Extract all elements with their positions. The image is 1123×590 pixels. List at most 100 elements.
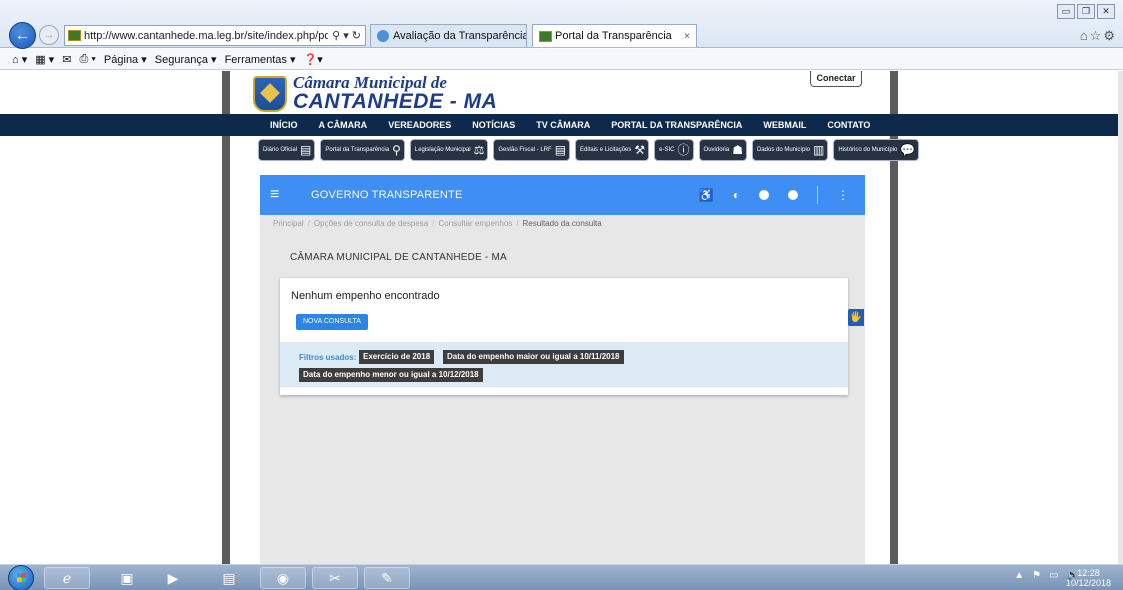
taskbar-media-player[interactable]: ▶ — [150, 567, 196, 589]
governo-transparente-bar: ≡ GOVERNO TRANSPARENTE ♿ ◐ ⋮ — [260, 175, 865, 215]
taskbar-paint[interactable]: ✂ — [312, 567, 358, 589]
clock-time: 12:28 — [1077, 568, 1100, 578]
breadcrumb-separator: / — [307, 219, 310, 228]
quick-link-editais-licitacoes[interactable]: Editais e Licitações ⚒ — [575, 139, 650, 161]
breadcrumb-current: Resultado da consulta — [522, 219, 602, 228]
divider — [817, 186, 818, 204]
quick-link-diario-oficial[interactable]: Diário Oficial ▤ — [258, 139, 316, 161]
action-center-flag-icon[interactable]: ⚑ — [1032, 570, 1041, 581]
page-title: CÂMARA MUNICIPAL DE CANTANHEDE - MA — [290, 252, 507, 263]
quick-link-ouvidoria[interactable]: Ouvidoria ☗ — [698, 139, 747, 161]
no-result-message: Nenhum empenho encontrado — [291, 290, 440, 302]
quick-link-gestao-fiscal[interactable]: Gestão Fiscal - LRF ▤ — [493, 139, 571, 161]
chrome-icon: ◉ — [276, 569, 290, 586]
nav-a-camara[interactable]: A CÂMARA — [319, 120, 368, 130]
play-icon: ▶ — [167, 569, 179, 586]
print-menu[interactable]: ⎙ ▾ — [79, 53, 95, 66]
nav-contato[interactable]: CONTATO — [827, 120, 870, 130]
logo-title-line2: CANTANHEDE - MA — [293, 90, 498, 113]
nav-tv-camara[interactable]: TV CÂMARA — [536, 120, 590, 130]
ie-icon: ℯ — [62, 569, 72, 586]
page-menu[interactable]: Página ▾ — [104, 53, 147, 66]
taskbar: ℯ ▣ ▶ ▤ ◉ ✂ ✎ ▲ ⚑ ▭ 🔊 12:28 10/12/2018 — [0, 564, 1123, 590]
minimize-button[interactable]: ▭ — [1057, 4, 1075, 19]
quick-link-e-sic[interactable]: e-SIC ⓘ — [654, 139, 694, 161]
taskbar-chrome[interactable]: ◉ — [260, 567, 306, 589]
nav-portal-transparencia[interactable]: PORTAL DA TRANSPARÊNCIA — [611, 120, 742, 130]
network-icon[interactable]: ▭ — [1049, 570, 1058, 581]
folder-icon: ▣ — [120, 569, 134, 586]
vlibras-hand-icon[interactable]: 🖐 — [848, 309, 864, 326]
close-window-button[interactable]: ✕ — [1097, 4, 1115, 19]
web-page: Câmara Municipal de CANTANHEDE - MA Cone… — [0, 71, 1118, 564]
font-decrease-icon[interactable] — [788, 190, 798, 200]
site-favicon-icon — [539, 30, 552, 42]
gov-bar-title: GOVERNO TRANSPARENTE — [311, 189, 463, 201]
chat-bubble-icon: 💬 — [900, 143, 916, 157]
quick-links: Diário Oficial ▤ Portal da Transparência… — [258, 139, 920, 161]
font-increase-icon[interactable] — [759, 190, 769, 200]
home-menu[interactable]: ⌂ ▾ — [12, 53, 27, 66]
help-menu[interactable]: ❓▾ — [304, 53, 323, 66]
back-button[interactable]: ← — [9, 22, 36, 49]
person-icon: ☗ — [732, 143, 743, 157]
ie-icon — [377, 30, 389, 42]
breadcrumb-principal[interactable]: Principal — [273, 219, 304, 228]
security-menu[interactable]: Segurança ▾ — [155, 53, 217, 66]
taskbar-explorer[interactable]: ▣ — [104, 567, 150, 589]
page-border-left — [222, 71, 230, 564]
accessibility-icon[interactable]: ♿ — [699, 189, 714, 201]
connect-button[interactable]: Conectar — [810, 71, 862, 87]
address-url[interactable]: http://www.cantanhede.ma.leg.br/site/ind… — [84, 30, 328, 42]
taskbar-project[interactable]: ✎ — [364, 567, 410, 589]
taskbar-ie[interactable]: ℯ — [44, 567, 90, 589]
contrast-icon[interactable]: ◐ — [733, 189, 740, 201]
info-icon: ⓘ — [677, 143, 690, 157]
site-logo[interactable]: Câmara Municipal de CANTANHEDE - MA — [253, 74, 497, 113]
clock-date: 10/12/2018 — [1065, 578, 1111, 588]
mail-icon[interactable]: ✉ — [62, 53, 71, 66]
show-hidden-icons-icon[interactable]: ▲ — [1014, 570, 1024, 581]
quick-link-legislacao[interactable]: Legislação Municipal ⚖ — [409, 139, 489, 161]
taskbar-document[interactable]: ▤ — [206, 567, 252, 589]
result-card: Nenhum empenho encontrado NOVA CONSULTA … — [280, 278, 848, 395]
hamburger-menu-icon[interactable]: ≡ — [270, 186, 286, 204]
bar-chart-icon: ▥ — [813, 143, 825, 157]
nav-vereadores[interactable]: VEREADORES — [388, 120, 451, 130]
nav-noticias[interactable]: NOTÍCIAS — [472, 120, 515, 130]
quick-link-portal-transparencia[interactable]: Portal da Transparência ⚲ — [320, 139, 405, 161]
filter-chip: Data do empenho menor ou igual a 10/12/2… — [299, 368, 483, 382]
clock[interactable]: 12:28 10/12/2018 — [1066, 568, 1111, 588]
report-icon: ▤ — [554, 143, 567, 157]
paint-icon: ✂ — [329, 569, 341, 586]
filters-panel: Filtros usados: Exercício de 2018 Data d… — [280, 342, 848, 387]
maximize-button[interactable]: ❐ — [1077, 4, 1095, 19]
nav-webmail[interactable]: WEBMAIL — [763, 120, 806, 130]
book-icon: ▤ — [300, 143, 312, 157]
nav-inicio[interactable]: INÍCIO — [270, 120, 298, 130]
page-scrollbar[interactable] — [1118, 71, 1123, 564]
tab-close-icon[interactable]: × — [678, 31, 690, 42]
breadcrumb-consultar-empenhos[interactable]: Consultar empenhos — [438, 219, 512, 228]
quick-link-historico[interactable]: Histórico do Município 💬 — [833, 139, 920, 161]
breadcrumb-opcoes-despesa[interactable]: Opções de consulta de despesa — [314, 219, 428, 228]
logo-title-line1: Câmara Municipal de — [293, 73, 447, 92]
tab-label: Portal da Transparência — [555, 30, 672, 42]
browser-chrome: ← → http://www.cantanhede.ma.leg.br/site… — [0, 0, 1123, 49]
more-options-icon[interactable]: ⋮ — [837, 189, 849, 201]
project-icon: ✎ — [381, 569, 393, 586]
site-favicon-icon — [68, 30, 81, 41]
address-tools[interactable]: ⚲ ▾ ↻ — [328, 29, 365, 42]
quick-link-dados-municipio[interactable]: Dados do Município ▥ — [751, 139, 829, 161]
start-button[interactable] — [8, 565, 34, 590]
scales-icon: ⚖ — [473, 143, 485, 157]
tab-avaliacao[interactable]: Avaliação da Transparência do... — [370, 24, 527, 47]
feeds-menu[interactable]: ▦ ▾ — [35, 53, 54, 66]
home-favorites-settings-icons[interactable]: ⌂☆⚙ — [1080, 28, 1117, 44]
window-buttons: ▭ ❐ ✕ — [1057, 4, 1115, 19]
tools-menu[interactable]: Ferramentas ▾ — [225, 53, 296, 66]
tab-portal-transparencia[interactable]: Portal da Transparência × — [532, 24, 697, 47]
new-query-button[interactable]: NOVA CONSULTA — [296, 314, 368, 330]
address-bar[interactable]: http://www.cantanhede.ma.leg.br/site/ind… — [64, 25, 366, 46]
forward-button[interactable]: → — [39, 25, 59, 45]
